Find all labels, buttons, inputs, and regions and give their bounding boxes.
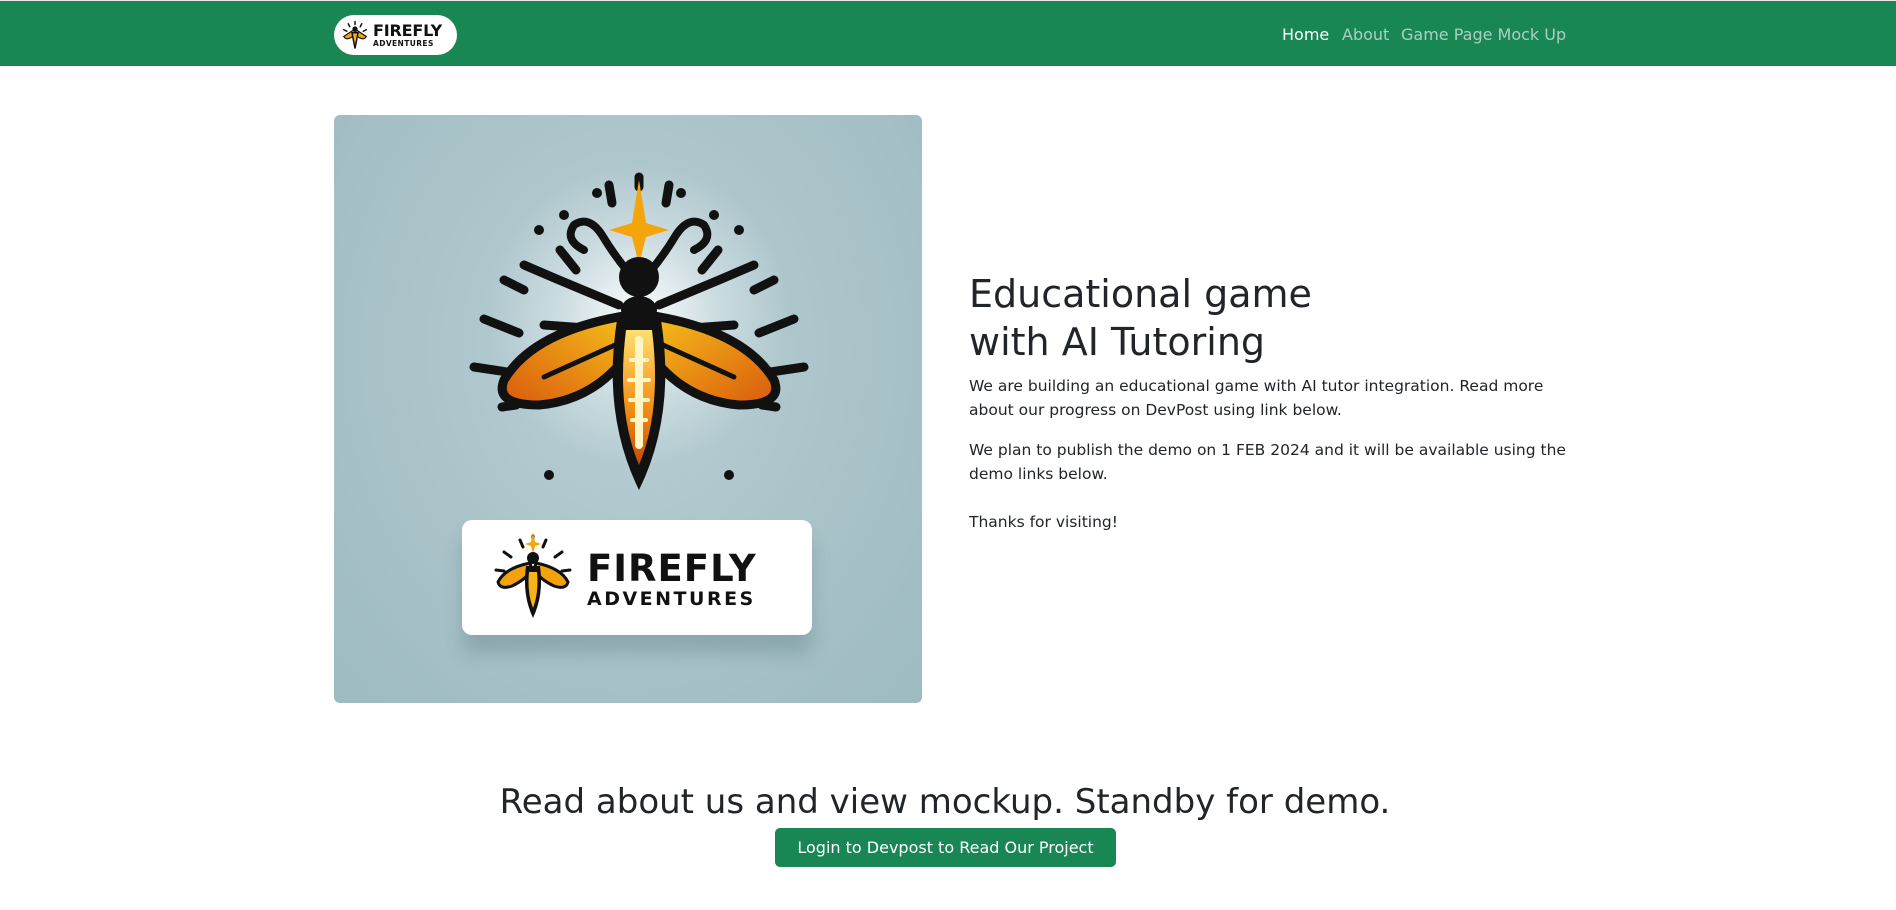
firefly-mini-logo-icon [494, 532, 572, 618]
firefly-logo-icon [343, 20, 367, 49]
brand-card-title: FIREFLY [587, 547, 757, 590]
hero-title-line2: with AI Tutoring [969, 320, 1266, 364]
nav-link-about[interactable]: About [1342, 25, 1389, 45]
brand-title: FIREFLY [373, 20, 442, 40]
hero-paragraph-demo-date: We plan to publish the demo on 1 FEB 202… [969, 441, 1566, 483]
section-title: Read about us and view mockup. Standby f… [499, 782, 1391, 822]
hero-paragraph-thanks: Thanks for visiting! [969, 513, 1118, 531]
brand-logo-card: FIREFLY ADVENTURES [462, 520, 812, 635]
brand-card-subtitle: ADVENTURES [587, 588, 756, 610]
brand-text: FIREFLY ADVENTURES [373, 20, 442, 48]
hero-title-line1: Educational game [969, 272, 1312, 316]
devpost-login-button[interactable]: Login to Devpost to Read Our Project Rep… [775, 828, 1116, 896]
nav-link-game-page-mock-up[interactable]: Game Page Mock Up [1401, 25, 1566, 45]
brand-card-text: FIREFLY ADVENTURES [587, 550, 757, 609]
top-navbar: FIREFLY ADVENTURES Home About Game Page … [0, 0, 1896, 66]
brand-subtitle: ADVENTURES [373, 38, 434, 48]
hero-paragraph-intro: We are building an educational game with… [969, 377, 1544, 419]
hero-image: FIREFLY ADVENTURES [334, 115, 922, 703]
hero-title: Educational game with AI Tutoring [969, 270, 1312, 366]
nav-link-home[interactable]: Home [1282, 25, 1329, 45]
brand-logo-link[interactable]: FIREFLY ADVENTURES [334, 15, 457, 55]
